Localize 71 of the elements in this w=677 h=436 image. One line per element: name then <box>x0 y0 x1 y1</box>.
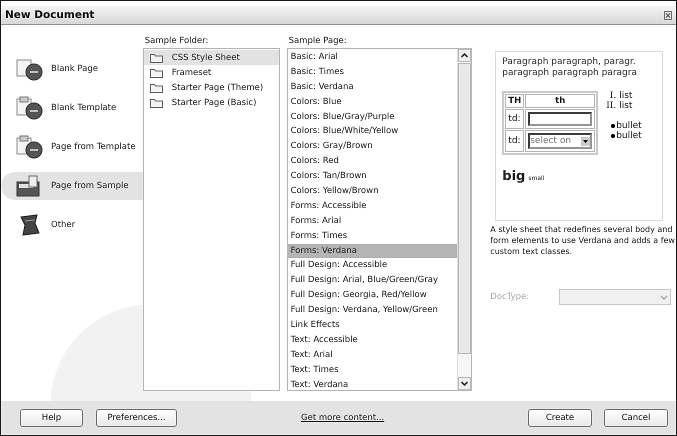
category-item[interactable]: Other <box>1 211 143 239</box>
folder-icon <box>150 98 163 108</box>
category-item[interactable]: Blank Template <box>1 94 143 122</box>
sample-page-item[interactable]: Full Design: Arial, Blue/Green/Gray <box>288 273 458 288</box>
sample-page-label: Sample Page: <box>288 36 348 48</box>
sample-page-item[interactable]: Basic: Arial <box>288 50 458 65</box>
sample-page-item[interactable]: Colors: Red <box>288 154 458 170</box>
list-number: I. <box>608 91 616 101</box>
scroll-thumb[interactable] <box>458 63 472 354</box>
sample-page-item[interactable]: Forms: Arial <box>288 214 458 229</box>
scrollbar[interactable] <box>457 49 472 390</box>
list-item: list <box>619 91 632 101</box>
sample-page-item[interactable]: Full Design: Georgia, Red/Yellow <box>288 288 458 304</box>
help-button[interactable]: Help <box>20 409 83 427</box>
preview-paragraph: Paragraph paragraph, paragr. paragraph paragraph paragra <box>502 57 638 79</box>
get-more-content-link[interactable]: Get more content... <box>301 413 384 423</box>
blank-page-icon <box>15 57 45 81</box>
folder-icon <box>150 52 163 62</box>
sample-page-item[interactable]: Full Design: Accessible <box>288 258 458 274</box>
sample-page-item[interactable]: Colors: Yellow/Brown <box>288 184 458 199</box>
sample-page-item[interactable]: Full Design: Verdana, Yellow/Green <box>288 303 458 318</box>
sample-page-item[interactable]: Link Effects <box>288 318 458 333</box>
big-text: big <box>502 169 526 184</box>
sample-page-item[interactable]: Colors: Blue/Gray/Purple <box>288 110 458 124</box>
category-item[interactable]: Page from Sample <box>1 172 143 200</box>
folder-item[interactable]: CSS Style Sheet <box>144 50 279 65</box>
sample-page-item[interactable]: Forms: Verdana <box>288 244 458 258</box>
folder-item[interactable]: Frameset <box>144 65 279 80</box>
sample-folder-label: Sample Folder: <box>144 36 210 48</box>
bullet-icon <box>611 134 616 138</box>
window-title: New Document <box>5 9 94 21</box>
folder-item[interactable]: Starter Page (Theme) <box>144 80 279 95</box>
sample-page-item[interactable]: Basic: Verdana <box>288 80 458 95</box>
sample-page-item[interactable]: Text: Arial <box>288 348 458 363</box>
close-icon[interactable] <box>664 10 672 20</box>
bullet-item: bullet <box>616 121 642 131</box>
sample-page-item[interactable]: Forms: Accessible <box>288 198 458 214</box>
dropdown-arrow-icon <box>581 136 590 146</box>
table-header: TH <box>505 94 524 108</box>
sample-page-item[interactable]: Colors: Gray/Brown <box>288 139 458 154</box>
sample-page-item[interactable]: Basic: Times <box>288 64 458 80</box>
description: A style sheet that redefines several body and form elements to use Verdana and adds a few custom text classes. <box>490 224 676 257</box>
folder-icon <box>150 82 163 92</box>
sample-page-item[interactable]: Text: Verdana <box>288 378 458 392</box>
blank-page-icon <box>15 96 45 120</box>
category-item[interactable]: Page from Template <box>1 133 143 161</box>
sample-page-item[interactable]: Text: Accessible <box>288 332 458 348</box>
category-item[interactable]: Blank Page <box>1 55 143 83</box>
scroll-down-icon[interactable] <box>458 377 472 390</box>
scroll-up-icon[interactable] <box>458 49 472 62</box>
cancel-button[interactable]: Cancel <box>604 409 668 427</box>
bullet-item: bullet <box>616 131 642 141</box>
template-page-icon <box>15 135 45 159</box>
bullet-icon <box>611 124 616 128</box>
doctype-label: DocType: <box>490 292 530 302</box>
preferences-button[interactable]: Preferences... <box>96 409 177 427</box>
list-number: II. <box>605 101 616 111</box>
sample-page-item[interactable]: Colors: Tan/Brown <box>288 169 458 184</box>
table-cell: td: <box>505 109 524 129</box>
folder-icon <box>150 68 163 78</box>
select-dropdown[interactable]: select on <box>528 133 592 149</box>
sample-page-item[interactable]: Colors: Blue/White/Yellow <box>288 124 458 140</box>
sample-page-item[interactable]: Forms: Times <box>288 228 458 244</box>
table-header: th <box>525 94 596 108</box>
folder-item[interactable]: Starter Page (Basic) <box>144 95 279 110</box>
input-field[interactable] <box>528 112 592 126</box>
sample-page-item[interactable]: Colors: Blue <box>288 94 458 110</box>
create-button[interactable]: Create <box>528 409 592 427</box>
list-item: list <box>619 101 632 111</box>
sample-page-item[interactable]: Text: Times <box>288 362 458 378</box>
table-cell: td: <box>505 130 524 152</box>
